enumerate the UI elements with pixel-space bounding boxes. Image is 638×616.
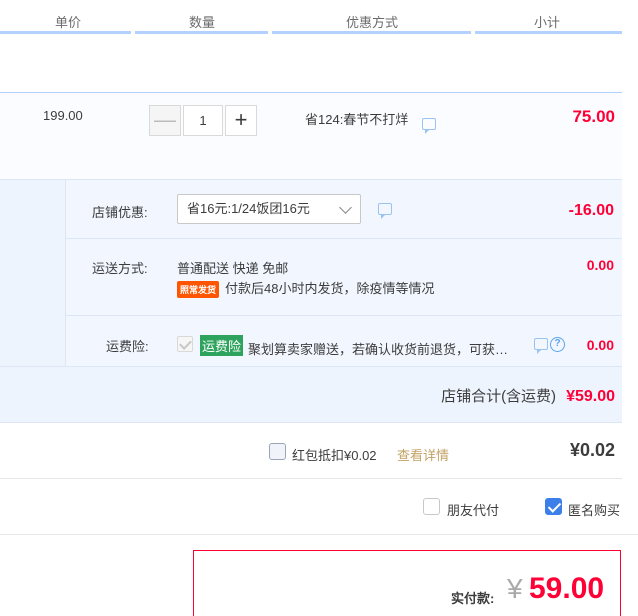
decrease-quantity-button[interactable]: — xyxy=(149,105,181,136)
header-price: 单价 xyxy=(55,15,82,30)
insurance-text: 聚划算卖家赠送，若确认收货前退货，可获… xyxy=(248,342,509,357)
store-discount-value: 省16元:1/24饭团16元 xyxy=(187,201,310,216)
order-item-row: 199.00 — 1 + 省124:春节不打烊 75.00 xyxy=(0,92,622,179)
store-total-amount: ¥59.00 xyxy=(566,388,615,405)
payment-label: 实付款: xyxy=(451,591,495,606)
red-packet-label: 红包抵扣¥0.02 xyxy=(292,448,377,463)
message-icon[interactable] xyxy=(421,117,436,134)
message-icon[interactable] xyxy=(534,338,548,354)
header-promo: 优惠方式 xyxy=(346,15,399,30)
insurance-amount: 0.00 xyxy=(586,337,614,353)
table-header: 单价 数量 优惠方式 小计 xyxy=(0,0,622,36)
item-promo: 省124:春节不打烊 xyxy=(305,109,436,134)
payment-amount: 59.00 xyxy=(529,572,605,605)
friend-pay-checkbox[interactable] xyxy=(423,498,440,515)
payment-options-row: 朋友代付 匿名购买 xyxy=(0,479,638,535)
currency-symbol: ¥ xyxy=(507,573,523,604)
store-summary: 店铺优惠: 省16元:1/24饭团16元 -16.00 运送方式: 普通配送 快… xyxy=(0,179,622,422)
shipping-amount: 0.00 xyxy=(586,257,614,273)
red-packet-checkbox[interactable] xyxy=(269,443,286,460)
anonymous-purchase-checkbox[interactable] xyxy=(545,498,562,515)
store-total-label: 店铺合计(含运费) xyxy=(441,388,557,405)
shipping-note-line: 照常发货 付款后48小时内发货，除疫情等情况 xyxy=(177,278,435,299)
help-icon[interactable]: ? xyxy=(550,337,565,352)
item-promo-text: 省124:春节不打烊 xyxy=(305,112,409,127)
store-total: 店铺合计(含运费) ¥59.00 xyxy=(441,385,615,406)
message-icon[interactable] xyxy=(378,203,392,219)
unit-price: 199.00 xyxy=(43,108,83,123)
header-subtotal: 小计 xyxy=(534,15,561,30)
shipping-label: 运送方式: xyxy=(92,261,148,276)
increase-quantity-button[interactable]: + xyxy=(225,105,257,136)
ship-as-usual-badge: 照常发货 xyxy=(177,281,220,299)
header-underline xyxy=(0,31,131,34)
friend-pay-label: 朋友代付 xyxy=(447,503,500,518)
item-subtotal: 75.00 xyxy=(572,107,615,126)
red-packet-amount: ¥0.02 xyxy=(569,440,615,460)
divider xyxy=(65,315,622,316)
header-underline xyxy=(135,31,268,34)
anonymous-purchase-label: 匿名购买 xyxy=(568,503,621,518)
insurance-badge: 运费险 xyxy=(200,335,244,356)
red-packet-row: 红包抵扣¥0.02 查看详情 ¥0.02 xyxy=(0,422,622,479)
store-discount-label: 店铺优惠: xyxy=(92,205,148,220)
divider xyxy=(0,366,622,367)
store-discount-select[interactable]: 省16元:1/24饭团16元 xyxy=(177,194,361,224)
insurance-label: 运费险: xyxy=(106,339,149,354)
header-quantity: 数量 xyxy=(189,15,216,30)
divider xyxy=(65,238,622,239)
header-underline xyxy=(475,31,622,34)
chevron-down-icon xyxy=(339,201,352,214)
quantity-input[interactable]: 1 xyxy=(183,105,223,136)
insurance-checkbox[interactable] xyxy=(177,336,193,352)
store-discount-amount: -16.00 xyxy=(568,202,614,219)
shipping-method: 普通配送 快递 免邮 xyxy=(177,261,289,276)
red-packet-details-link[interactable]: 查看详情 xyxy=(397,445,449,464)
payment-total-box: 实付款: ¥ 59.00 xyxy=(193,550,621,616)
shipping-note: 付款后48小时内发货，除疫情等情况 xyxy=(225,281,435,296)
header-underline xyxy=(272,31,471,34)
